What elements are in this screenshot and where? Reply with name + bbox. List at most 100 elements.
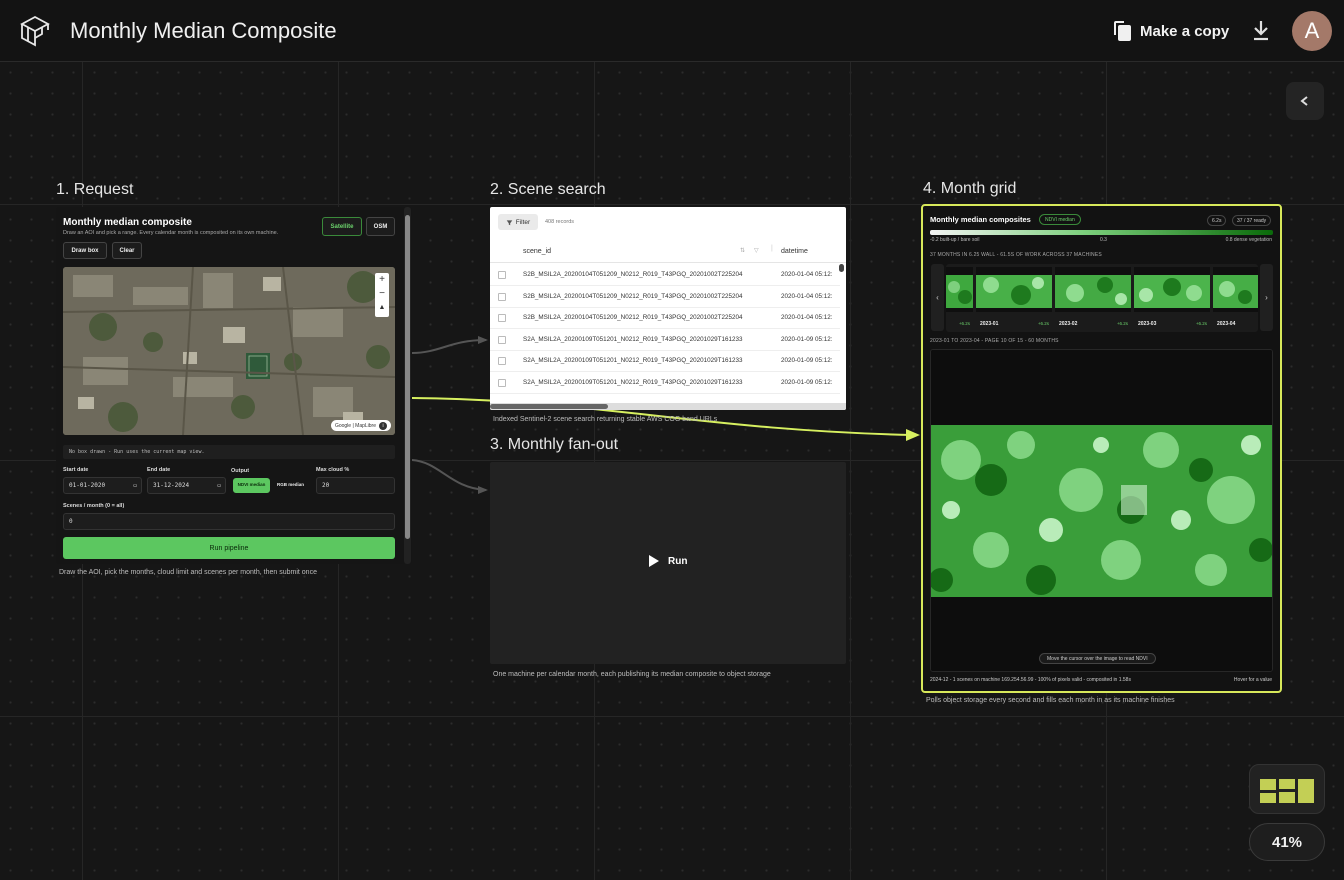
output-rgb-option[interactable]: RGB median xyxy=(272,478,309,493)
scene-id-cell: S2A_MSIL2A_20200109T051201_N0212_R019_T4… xyxy=(523,379,743,386)
month-thumbnail[interactable]: +6.2s xyxy=(946,264,973,332)
ndvi-thumbnail-image xyxy=(1055,267,1131,312)
map-zoom-control: + − ▲ xyxy=(375,273,389,317)
clear-button[interactable]: Clear xyxy=(112,242,142,259)
zoom-out-button[interactable]: − xyxy=(375,287,389,301)
aoi-status-message: No box drawn - Run uses the current map … xyxy=(63,445,395,459)
month-grid-caption: Polls object storage every second and fi… xyxy=(926,697,1175,704)
request-card-subtitle: Draw an AOI and pick a range. Every cale… xyxy=(63,230,279,236)
datetime-cell: 2020-01-04 05:12: xyxy=(781,271,833,278)
thumbnail-month: 2023-03 xyxy=(1138,321,1157,327)
compass-button[interactable]: ▲ xyxy=(375,301,389,315)
section-label-month-grid: 4. Month grid xyxy=(923,180,1017,197)
month-thumbnail[interactable]: 2023-04 xyxy=(1213,264,1258,332)
run-summary: 37 MONTHS IN 6.25 WALL - 61.5S OF WORK A… xyxy=(930,252,1102,258)
row-checkbox[interactable] xyxy=(498,379,506,387)
filter-label: Filter xyxy=(515,218,531,226)
ndvi-composite-image xyxy=(931,350,1272,671)
row-checkbox[interactable] xyxy=(498,336,506,344)
ndvi-composite-viewer[interactable]: Move the cursor over the image to read N… xyxy=(930,349,1273,672)
end-date-input[interactable]: 31-12-2024 ▭ xyxy=(147,477,226,494)
legend-high: 0.8 dense vegetation xyxy=(1225,237,1272,243)
zoom-in-button[interactable]: + xyxy=(375,273,389,287)
info-icon[interactable]: i xyxy=(379,421,387,430)
column-filter-icon[interactable]: ▽ xyxy=(754,247,759,254)
scene-id-cell: S2B_MSIL2A_20200104T051209_N0212_R019_T4… xyxy=(523,271,743,278)
sort-icon[interactable]: ⇅ xyxy=(740,247,745,254)
table-row[interactable]: S2A_MSIL2A_20200109T051201_N0212_R019_T4… xyxy=(490,372,840,394)
draw-box-button[interactable]: Draw box xyxy=(63,242,107,259)
osm-toggle[interactable]: OSM xyxy=(366,217,395,236)
page-info: 2023-01 TO 2023-04 - PAGE 10 OF 15 - 60 … xyxy=(930,338,1059,344)
month-thumbnail-strip: +6.2s 2023-01 +6.2s 2023-02 +6.2s 2023-0… xyxy=(946,264,1258,332)
output-ndvi-option[interactable]: NDVI median xyxy=(233,478,270,493)
scenes-per-month-input[interactable]: 0 xyxy=(63,513,395,530)
column-header-datetime[interactable]: datetime xyxy=(781,248,808,255)
filter-button[interactable]: Filter xyxy=(498,214,538,230)
datetime-cell: 2020-01-04 05:12: xyxy=(781,293,833,300)
filter-icon xyxy=(506,219,513,226)
row-checkbox[interactable] xyxy=(498,357,506,365)
table-row[interactable]: S2B_MSIL2A_20200104T051209_N0212_R019_T4… xyxy=(490,286,840,308)
section-label-request: 1. Request xyxy=(56,181,134,198)
satellite-imagery xyxy=(63,267,395,435)
hover-value-readout: Hover for a value xyxy=(1233,677,1272,683)
column-header-scene-id[interactable]: scene_id xyxy=(523,248,551,255)
run-pipeline-button[interactable]: Run pipeline xyxy=(63,537,395,559)
table-row[interactable]: S2A_MSIL2A_20200109T051201_N0212_R019_T4… xyxy=(490,350,840,372)
request-card-scrollbar[interactable] xyxy=(404,207,411,564)
datetime-cell: 2020-01-09 05:12: xyxy=(781,357,833,364)
row-checkbox[interactable] xyxy=(498,293,506,301)
chevron-right-icon[interactable]: › xyxy=(1260,264,1273,331)
thumbnail-time: +6.2s xyxy=(1037,321,1049,326)
column-divider[interactable]: | xyxy=(771,245,773,252)
calendar-icon[interactable]: ▭ xyxy=(217,478,221,493)
ndvi-color-scale xyxy=(930,230,1273,235)
thumbnail-time: +6.2s xyxy=(1195,321,1207,326)
month-thumbnail[interactable]: 2023-02 +6.2s xyxy=(1055,264,1131,332)
datetime-cell: 2020-01-09 05:12: xyxy=(781,336,833,343)
legend-low: -0.2 built-up / bare soil xyxy=(930,237,980,243)
end-date-label: End date xyxy=(147,467,171,473)
scrollbar-thumb[interactable] xyxy=(490,404,608,409)
fanout-caption: One machine per calendar month, each pub… xyxy=(493,671,771,678)
table-row[interactable]: S2B_MSIL2A_20200104T051209_N0212_R019_T4… xyxy=(490,307,840,329)
start-date-label: Start date xyxy=(63,467,89,473)
request-card: Monthly median composite Draw an AOI and… xyxy=(56,207,412,564)
section-label-fanout: 3. Monthly fan-out xyxy=(490,436,619,453)
section-label-scene-search: 2. Scene search xyxy=(490,181,606,198)
max-cloud-label: Max cloud % xyxy=(316,467,350,473)
ndvi-thumbnail-image xyxy=(1213,267,1258,312)
attribution-text: Google | MapLibre xyxy=(334,422,376,429)
row-checkbox[interactable] xyxy=(498,314,506,322)
calendar-icon[interactable]: ▭ xyxy=(133,478,137,493)
ndvi-badge: NDVI median xyxy=(1039,214,1081,225)
datetime-cell: 2020-01-09 05:12: xyxy=(781,379,833,386)
scrollbar-thumb[interactable] xyxy=(405,215,410,539)
ndvi-thumbnail-image xyxy=(976,267,1052,312)
minimap-toggle-button[interactable] xyxy=(1249,764,1325,814)
scene-id-cell: S2B_MSIL2A_20200104T051209_N0212_R019_T4… xyxy=(523,314,743,321)
table-header: scene_id ⇅ ▽ | datetime xyxy=(490,239,846,263)
table-row[interactable]: S2A_MSIL2A_20200109T051201_N0212_R019_T4… xyxy=(490,329,840,351)
max-cloud-input[interactable]: 20 xyxy=(316,477,395,494)
month-grid-card: Monthly median composites NDVI median 6.… xyxy=(921,204,1282,693)
request-caption: Draw the AOI, pick the months, cloud lim… xyxy=(59,569,317,576)
month-thumbnail[interactable]: 2023-03 +6.2s xyxy=(1134,264,1210,332)
satellite-toggle[interactable]: Satellite xyxy=(322,217,362,236)
chevron-left-icon[interactable]: ‹ xyxy=(931,264,944,331)
table-vertical-scrollbar[interactable] xyxy=(839,264,844,272)
aoi-map[interactable]: + − ▲ Google | MapLibre i xyxy=(63,267,395,435)
record-count: 408 records xyxy=(545,219,575,225)
row-checkbox[interactable] xyxy=(498,271,506,279)
ndvi-thumbnail-image xyxy=(1134,267,1210,312)
datetime-cell: 2020-01-04 05:12: xyxy=(781,314,833,321)
table-row[interactable]: S2B_MSIL2A_20200104T051209_N0212_R019_T4… xyxy=(490,264,840,286)
month-thumbnail[interactable]: 2023-01 +6.2s xyxy=(976,264,1052,332)
thumbnail-time: +6.2s xyxy=(1116,321,1128,326)
run-button[interactable]: Run xyxy=(648,554,687,568)
zoom-level-indicator[interactable]: 41% xyxy=(1249,823,1325,861)
end-date-value: 31-12-2024 xyxy=(153,482,190,489)
start-date-input[interactable]: 01-01-2020 ▭ xyxy=(63,477,142,494)
table-horizontal-scrollbar[interactable] xyxy=(490,403,846,410)
